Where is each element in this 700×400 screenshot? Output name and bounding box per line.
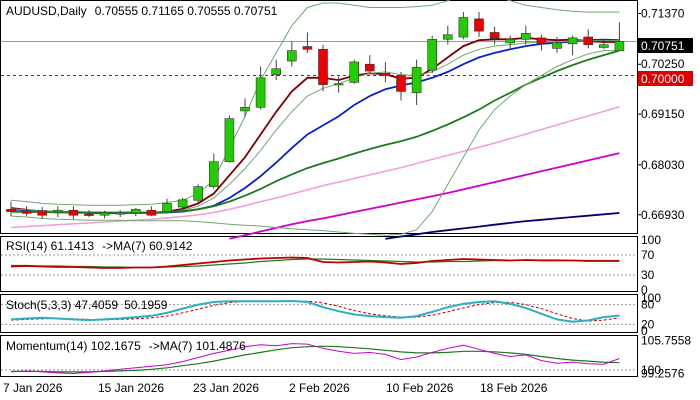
candle-body bbox=[598, 44, 609, 48]
main-panel-frame bbox=[0, 0, 638, 234]
chart-window: 0.71370 0.70250 0.69150 0.68030 0.66930 100 70… bbox=[0, 0, 700, 400]
y-tick-label: 0.69150 bbox=[641, 107, 685, 121]
candle-body bbox=[21, 210, 32, 214]
candle-body bbox=[583, 36, 594, 46]
x-tick-label: 23 Jan 2026 bbox=[193, 381, 259, 395]
candle-body bbox=[52, 209, 63, 213]
candle-body bbox=[302, 46, 313, 50]
candle-body bbox=[84, 214, 94, 216]
x-tick-label: 2 Feb 2026 bbox=[289, 381, 350, 395]
rsi-tick-label: 70 bbox=[641, 248, 655, 262]
candle-body bbox=[567, 37, 578, 45]
candle-body bbox=[505, 38, 516, 44]
x-tick-label: 15 Jan 2026 bbox=[98, 381, 164, 395]
candle-body bbox=[162, 203, 172, 212]
main-title: AUDUSD,Daily 0.70555 0.71165 0.70555 0.70… bbox=[6, 4, 278, 18]
candle-body bbox=[193, 186, 203, 201]
candle-body bbox=[380, 72, 391, 76]
candle-body bbox=[99, 212, 110, 216]
x-axis: 7 Jan 2026 15 Jan 2026 23 Jan 2026 2 Feb… bbox=[3, 381, 548, 395]
candle-body bbox=[364, 63, 375, 72]
y-tick-label: 0.70250 bbox=[641, 57, 685, 71]
stoch-title: Stoch(5,3,3) 47.4059 50.1959 bbox=[6, 298, 168, 312]
y-tick-label: 0.66930 bbox=[641, 208, 685, 222]
candle-body bbox=[318, 48, 328, 85]
candle-body bbox=[552, 42, 562, 49]
candle-body bbox=[286, 50, 297, 62]
candle-body bbox=[474, 18, 484, 32]
candle-body bbox=[333, 83, 344, 86]
candle-body bbox=[614, 41, 625, 51]
candle-body bbox=[6, 209, 16, 212]
y-tick-label: 0.71370 bbox=[641, 6, 685, 20]
x-tick-label: 18 Feb 2026 bbox=[480, 381, 548, 395]
momentum-title: Momentum(14) 102.1675 ->MA(7) 101.4876 bbox=[6, 339, 246, 353]
momentum-tick-label: 105.7558 bbox=[641, 333, 691, 347]
candle-body bbox=[396, 75, 406, 92]
candle-body bbox=[177, 199, 188, 208]
rsi-tick-label: 30 bbox=[641, 268, 655, 282]
candle-body bbox=[271, 68, 282, 75]
momentum-tick-label: 99.2576 bbox=[641, 367, 685, 381]
x-tick-label: 7 Jan 2026 bbox=[3, 381, 63, 395]
candle-body bbox=[37, 210, 48, 216]
level-price-label: 0.70000 bbox=[641, 72, 685, 86]
rsi-panel-frame bbox=[0, 236, 638, 292]
candle-body bbox=[520, 33, 531, 40]
chart-canvas: 0.71370 0.70250 0.69150 0.68030 0.66930 10070… bbox=[0, 0, 693, 395]
candle-body bbox=[489, 32, 500, 39]
rsi-tick-label: 100 bbox=[641, 233, 661, 247]
y-tick-label: 0.68030 bbox=[641, 158, 685, 172]
candle-body bbox=[427, 38, 438, 71]
x-tick-label: 10 Feb 2026 bbox=[386, 381, 454, 395]
candle-body bbox=[146, 209, 157, 216]
current-price-label: 0.70751 bbox=[641, 39, 685, 53]
candle-body bbox=[536, 37, 547, 45]
candle-body bbox=[442, 34, 453, 40]
candle-body bbox=[115, 212, 125, 215]
candle-body bbox=[255, 77, 266, 108]
candle-body bbox=[131, 209, 141, 214]
candle-body bbox=[209, 161, 219, 187]
candle-body bbox=[68, 209, 79, 216]
candle-body bbox=[240, 106, 250, 112]
candle-body bbox=[411, 67, 422, 94]
stoch-tick-label: 80 bbox=[641, 298, 655, 312]
candle-body bbox=[349, 61, 360, 83]
candle-body bbox=[458, 17, 469, 38]
candle-body bbox=[224, 118, 235, 163]
